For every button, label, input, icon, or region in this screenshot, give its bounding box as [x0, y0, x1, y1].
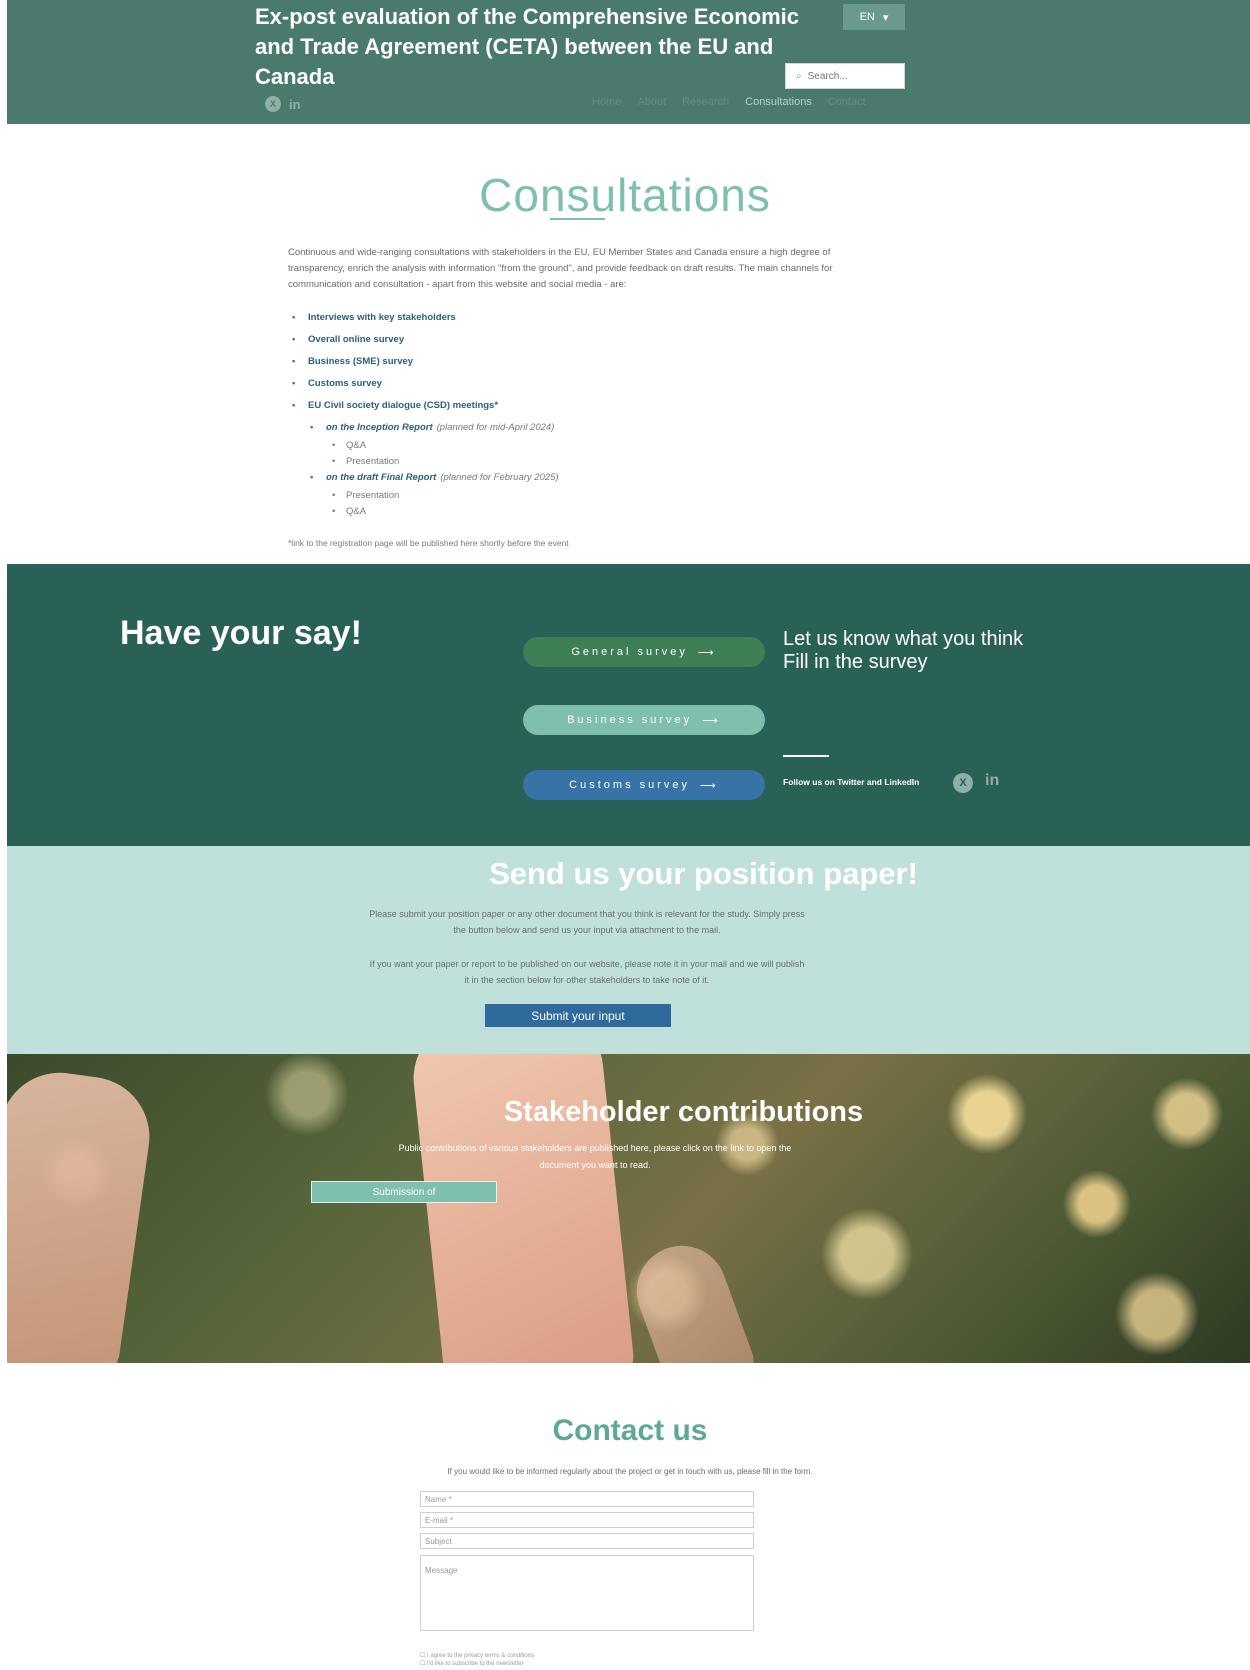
consultations-title: Consultations	[479, 169, 771, 221]
nav-item-contact[interactable]: Contact	[828, 96, 866, 108]
chevron-down-icon: ▾	[882, 11, 889, 24]
message-field[interactable]: Message	[420, 1555, 754, 1631]
nav-item-research[interactable]: Research	[682, 96, 729, 108]
general-survey-button[interactable]: General survey ⟶	[523, 637, 765, 667]
tagline-line-1: Let us know what you think	[783, 628, 1024, 650]
list-item-business-survey[interactable]: Business (SME) survey	[292, 356, 912, 378]
site-title[interactable]: Ex-post evaluation of the Comprehensive …	[255, 2, 855, 92]
consultations-list: Interviews with key stakeholders Overall…	[292, 312, 912, 522]
final-report-label: on the draft Final Report	[326, 472, 437, 483]
contact-title: Contact us	[552, 1414, 708, 1447]
arrow-right-icon: ⟶	[700, 779, 719, 792]
x-icon[interactable]: X	[953, 773, 973, 793]
consent-checkboxes: ☐ I agree to the privacy terms & conditi…	[420, 1652, 534, 1668]
have-your-say-title: Have your say!	[120, 614, 362, 652]
language-label: EN	[859, 11, 875, 23]
arrow-right-icon: ⟶	[702, 714, 721, 727]
business-survey-label: Business survey	[567, 714, 693, 726]
x-icon[interactable]: X	[265, 96, 281, 112]
search-box[interactable]: ⌕	[785, 63, 905, 89]
list-item-interviews[interactable]: Interviews with key stakeholders	[292, 312, 912, 334]
linkedin-icon[interactable]: in	[289, 97, 301, 112]
list-item-inception-qa[interactable]: Q&A	[292, 440, 912, 456]
nav-item-about[interactable]: About	[637, 96, 666, 108]
customs-survey-button[interactable]: Customs survey ⟶	[523, 770, 765, 800]
submit-input-button[interactable]: Submit your input	[485, 1004, 671, 1027]
nav-item-consultations[interactable]: Consultations	[745, 96, 812, 108]
arrow-right-icon: ⟶	[697, 646, 717, 659]
list-item-final-presentation[interactable]: Presentation	[292, 490, 912, 506]
list-item-inception-presentation[interactable]: Presentation	[292, 456, 912, 472]
follow-us-text: Follow us on Twitter and LinkedIn	[783, 777, 920, 787]
language-select[interactable]: EN ▾	[843, 4, 905, 30]
list-item-csd-meetings[interactable]: EU Civil society dialogue (CSD) meetings…	[292, 400, 912, 422]
position-paper-text-1: Please submit your position paper or any…	[369, 909, 805, 935]
stakeholder-contributions-text: Public contributions of various stakehol…	[398, 1143, 792, 1170]
list-item-customs-survey[interactable]: Customs survey	[292, 378, 912, 400]
list-item-final-report[interactable]: on the draft Final Report(planned for Fe…	[292, 472, 912, 490]
position-paper-text-2: If you want your paper or report to be p…	[369, 959, 805, 985]
inception-report-label: on the Inception Report	[326, 422, 433, 433]
contact-text: If you would like to be informed regular…	[447, 1467, 813, 1476]
linkedin-icon[interactable]: in	[985, 772, 999, 790]
customs-survey-label: Customs survey	[569, 779, 691, 791]
privacy-checkbox-label: I agree to the privacy terms & condition…	[427, 1653, 535, 1659]
business-survey-button[interactable]: Business survey ⟶	[523, 705, 765, 735]
position-paper-section: Send us your position paper! Please subm…	[7, 846, 1250, 1054]
email-field[interactable]: E-mail *	[420, 1512, 754, 1528]
tagline-line-2: Fill in the survey	[783, 651, 928, 673]
search-input[interactable]	[807, 70, 888, 82]
name-field[interactable]: Name *	[420, 1491, 754, 1507]
background-hand-image	[624, 1233, 760, 1363]
list-item-online-survey[interactable]: Overall online survey	[292, 334, 912, 356]
final-report-note: (planned for February 2025)	[440, 472, 559, 483]
nav-item-home[interactable]: Home	[592, 96, 621, 108]
consultations-intro: Continuous and wide-ranging consultation…	[288, 247, 833, 290]
privacy-checkbox[interactable]: ☐ I agree to the privacy terms & conditi…	[420, 1652, 534, 1660]
list-item-inception-report[interactable]: on the Inception Report(planned for mid-…	[292, 422, 912, 440]
consultations-footnote: *link to the registration page will be p…	[288, 538, 569, 548]
submission-button[interactable]: Submission of	[311, 1181, 497, 1203]
newsletter-checkbox[interactable]: ☐ I'd like to subscribe to the newslette…	[420, 1660, 534, 1668]
divider	[783, 755, 829, 757]
site-title-line-2: and Trade Agreement (CETA) between the E…	[255, 34, 774, 89]
have-your-say-tagline: Let us know what you think Fill in the s…	[783, 628, 1023, 674]
inception-report-note: (planned for mid-April 2024)	[436, 422, 555, 433]
position-paper-title: Send us your position paper!	[489, 856, 918, 891]
have-your-say-section: Have your say! General survey ⟶ Business…	[7, 564, 1250, 846]
search-icon: ⌕	[796, 70, 802, 82]
site-header: Ex-post evaluation of the Comprehensive …	[7, 0, 1250, 124]
header-social-links: X in	[265, 96, 301, 112]
general-survey-label: General survey	[571, 646, 688, 658]
main-nav: Home About Research Consultations Contac…	[592, 96, 866, 108]
list-item-final-qa[interactable]: Q&A	[292, 506, 912, 522]
subject-field[interactable]: Subject	[420, 1533, 754, 1549]
title-underline	[550, 218, 605, 220]
stakeholder-contributions-section: Stakeholder contributions Public contrib…	[7, 1054, 1250, 1363]
newsletter-checkbox-label: I'd like to subscribe to the newsletter	[427, 1661, 524, 1667]
site-title-line-1: Ex-post evaluation of the Comprehensive …	[255, 4, 799, 29]
stakeholder-contributions-title: Stakeholder contributions	[503, 1096, 864, 1128]
